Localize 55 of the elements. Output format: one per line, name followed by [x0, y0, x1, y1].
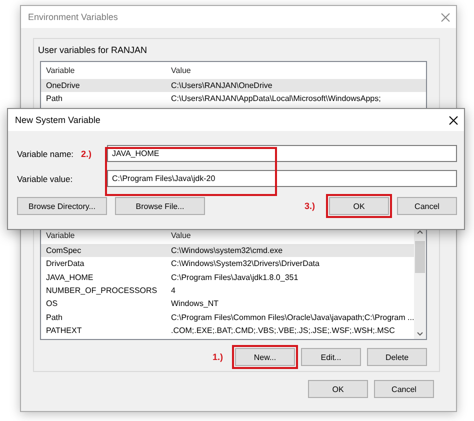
dialog-button[interactable]: OK [329, 197, 389, 215]
variable-row[interactable]: ComSpec C:\Windows\system32\cmd.exe [41, 244, 414, 258]
variable-row[interactable]: DriverData C:\Windows\System32\Drivers\DriverData [41, 257, 414, 271]
variable-row[interactable]: OS Windows_NT [41, 297, 414, 310]
field-label: Variable name: [17, 148, 75, 158]
variable-name: Path [45, 94, 64, 104]
variable-value: C:\Program Files\Java\jdk1.8.0_351 [170, 272, 300, 282]
variable-value: 4 [170, 286, 176, 296]
variable-row[interactable]: PATHEXT .COM;.EXE;.BAT;.CMD;.VBS;.VBE;.JS;.JSE;.WSF;.WSH;.MSC [41, 324, 414, 338]
variable-value: C:\Users\RANJAN\AppData\Local\Microsoft\WindowsApps; [170, 94, 382, 104]
variable-value: C:\Users\RANJAN\OneDrive [170, 81, 274, 90]
variable-value: Windows_NT [170, 299, 220, 308]
variable-row[interactable]: Path C:\Users\RANJAN\AppData\Local\Microsoft\WindowsApps; [41, 92, 426, 106]
variable-row[interactable]: Path C:\Program Files\Common Files\Oracle\Java\javapath;C:\Program ... [41, 310, 414, 324]
variable-name: OS [45, 299, 59, 308]
variable-name: PATHEXT [45, 326, 83, 335]
window-title: Environment Variables [28, 12, 118, 22]
step-label: 3.) [304, 201, 315, 211]
browse-button[interactable]: Browse File... [115, 197, 205, 215]
variable-value: .COM;.EXE;.BAT;.CMD;.VBS;.VBE;.JS;.JSE;.WSF;.WSH;.MSC [170, 326, 396, 335]
close-icon[interactable] [449, 116, 458, 124]
column-header[interactable]: Value [166, 231, 414, 240]
variable-name: JAVA_HOME [45, 272, 94, 282]
scroll-down-icon[interactable] [417, 332, 423, 336]
variable-row[interactable]: JAVA_HOME C:\Program Files\Java\jdk1.8.0_351 [41, 270, 414, 284]
step-label: 1.) [212, 352, 223, 362]
variable-name: OneDrive [45, 81, 81, 90]
list-action-button[interactable]: New... [235, 348, 295, 366]
dialog-button[interactable]: OK [308, 380, 368, 398]
variable-row[interactable]: OneDrive C:\Users\RANJAN\OneDrive [41, 79, 426, 92]
column-header[interactable]: Variable [41, 66, 166, 75]
field-label: Variable value: [17, 174, 74, 184]
variable-value: C:\Program Files\Common Files\Oracle\Java\javapath;C:\Program ... [170, 312, 414, 322]
browse-button[interactable]: Browse Directory... [17, 197, 107, 215]
scroll-up-icon[interactable] [417, 230, 423, 234]
variable-value: C:\Windows\System32\Drivers\DriverData [170, 259, 320, 268]
column-header[interactable]: Value [166, 66, 426, 75]
variable-name: NUMBER_OF_PROCESSORS [45, 286, 158, 296]
variable-row[interactable]: NUMBER_OF_PROCESSORS 4 [41, 284, 414, 298]
list-action-button[interactable]: Edit... [301, 348, 361, 366]
step-label: 2.) [81, 148, 93, 158]
variable-value: C:\Windows\system32\cmd.exe [170, 246, 284, 256]
variable-name: DriverData [45, 259, 86, 268]
list-action-button[interactable]: Delete [367, 348, 427, 366]
dialog-title: New System Variable [15, 115, 100, 125]
text-field[interactable]: JAVA_HOME [107, 145, 457, 162]
variable-name: ComSpec [45, 246, 82, 256]
dialog-button[interactable]: Cancel [374, 380, 434, 398]
group-title: User variables for RANJAN [38, 45, 148, 55]
variable-name: Path [45, 312, 64, 322]
dialog-button[interactable]: Cancel [397, 197, 457, 215]
scrollbar[interactable] [414, 227, 426, 339]
scroll-thumb[interactable] [415, 241, 425, 273]
column-header[interactable]: Variable [41, 231, 166, 240]
text-field[interactable]: C:\Program Files\Java\jdk-20 [107, 170, 457, 187]
